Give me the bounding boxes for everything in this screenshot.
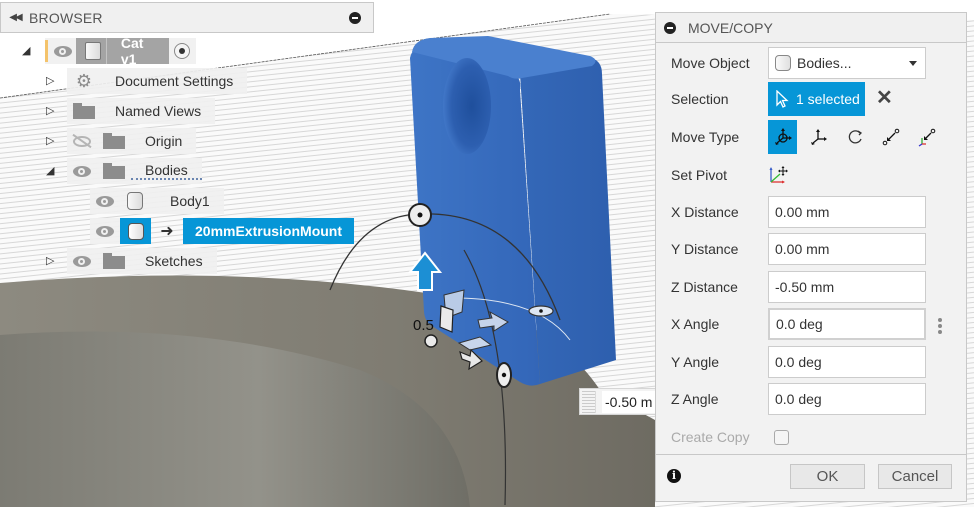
eye-icon[interactable]: [67, 158, 97, 184]
set-pivot-label: Set Pivot: [671, 167, 728, 183]
folder-icon: [73, 103, 95, 119]
drag-grip[interactable]: [582, 390, 596, 413]
z-distance-row: Z Distance -0.50 mm: [656, 271, 966, 303]
floating-distance-input[interactable]: -0.50 m: [579, 388, 659, 415]
double-left-arrow-icon[interactable]: ◀◀: [1, 12, 29, 23]
tree-item-20mmextrusionmount[interactable]: ➜ 20mmExtrusionMount: [90, 218, 355, 244]
root-label[interactable]: Cat v1: [107, 35, 169, 67]
collapsed-triangle-icon[interactable]: ▷: [46, 105, 56, 117]
z-angle-row: Z Angle 0.0 deg: [656, 383, 966, 415]
create-copy-row: Create Copy: [656, 421, 966, 453]
minimize-icon[interactable]: [664, 21, 676, 34]
gear-icon: ⚙: [75, 70, 93, 91]
tree-item-label: Bodies: [131, 162, 202, 180]
body-icon: [775, 55, 791, 71]
minimize-icon[interactable]: [349, 12, 361, 24]
eye-hidden-icon[interactable]: [67, 128, 97, 154]
point-to-point-icon[interactable]: [876, 120, 905, 154]
move-copy-dialog: MOVE/COPY Move Object Bodies... Selectio…: [655, 12, 967, 502]
move-object-row: Move Object Bodies...: [656, 47, 966, 79]
selection-button[interactable]: 1 selected: [768, 82, 865, 116]
tree-item-label: Body1: [170, 193, 210, 209]
y-angle-label: Y Angle: [671, 354, 720, 370]
move-type-label: Move Type: [671, 129, 740, 145]
tree-item-label: Document Settings: [115, 73, 234, 89]
expanded-triangle-icon[interactable]: ◢: [46, 165, 56, 177]
component-badge: Cat v1: [76, 35, 170, 67]
pivot-point[interactable]: [424, 334, 438, 348]
chevron-down-icon: [909, 61, 917, 66]
x-angle-row: X Angle 0.0 deg: [656, 308, 966, 340]
move-type-row: Move Type: [656, 120, 966, 154]
x-distance-label: X Distance: [671, 204, 739, 220]
component-icon: [82, 41, 102, 61]
tree-item-label: Named Views: [115, 103, 202, 119]
folder-icon: [103, 163, 125, 179]
z-angle-label: Z Angle: [671, 391, 719, 407]
translate-xyz-icon[interactable]: [804, 120, 833, 154]
dialog-header: MOVE/COPY: [656, 13, 966, 43]
z-distance-label: Z Distance: [671, 279, 738, 295]
cursor-arrow-icon: [776, 90, 789, 108]
ok-button[interactable]: OK: [790, 464, 865, 489]
x-angle-label: X Angle: [671, 316, 720, 332]
free-move-icon[interactable]: [768, 120, 797, 154]
browser-title: BROWSER: [29, 9, 103, 26]
y-angle-input[interactable]: 0.0 deg: [768, 346, 926, 378]
folder-icon: [103, 253, 125, 269]
tree-item-label: Origin: [145, 133, 183, 149]
folder-icon: [103, 133, 125, 149]
eye-icon[interactable]: [67, 248, 97, 274]
browser-header: ◀◀ BROWSER: [0, 2, 374, 33]
active-marker: [45, 40, 48, 62]
dialog-title: MOVE/COPY: [688, 19, 773, 36]
body-icon: [120, 218, 151, 244]
x-angle-input[interactable]: 0.0 deg: [768, 308, 926, 340]
selection-label: Selection: [671, 91, 729, 107]
collapsed-triangle-icon[interactable]: ▷: [46, 75, 56, 87]
rotate-icon[interactable]: [840, 120, 869, 154]
floating-input-value[interactable]: -0.50 m: [602, 390, 658, 413]
cancel-button[interactable]: Cancel: [878, 464, 952, 489]
close-icon[interactable]: ✕: [876, 88, 893, 108]
dialog-footer: i OK Cancel: [656, 454, 966, 501]
point-to-position-icon[interactable]: [912, 120, 941, 154]
block-hole: [443, 58, 491, 154]
tree-item-label[interactable]: 20mmExtrusionMount: [183, 218, 355, 244]
collapsed-triangle-icon[interactable]: ▷: [46, 255, 56, 267]
collapsed-triangle-icon[interactable]: ▷: [46, 135, 56, 147]
pivot-axes-icon[interactable]: [768, 165, 790, 188]
tree-item-label: Sketches: [145, 253, 203, 269]
body-icon: [124, 191, 146, 211]
set-pivot-row: Set Pivot: [656, 159, 966, 191]
selection-row: Selection 1 selected ✕: [656, 82, 966, 116]
tree-item-body1[interactable]: Body1: [90, 188, 224, 214]
x-distance-row: X Distance 0.00 mm: [656, 196, 966, 228]
plane-handle-yz[interactable]: [439, 305, 454, 333]
z-distance-input[interactable]: -0.50 mm: [768, 271, 926, 303]
move-object-value: Bodies...: [797, 55, 852, 71]
y-distance-row: Y Distance 0.00 mm: [656, 233, 966, 265]
expanded-triangle-icon[interactable]: ◢: [22, 45, 32, 57]
more-options-icon[interactable]: [938, 318, 942, 334]
radio-active-icon[interactable]: [169, 38, 196, 64]
arrow-link-icon: ➜: [160, 223, 174, 240]
eye-icon[interactable]: [50, 38, 77, 64]
y-distance-input[interactable]: 0.00 mm: [768, 233, 926, 265]
create-copy-checkbox[interactable]: [774, 429, 789, 445]
info-icon[interactable]: i: [667, 469, 681, 483]
create-copy-label: Create Copy: [671, 429, 750, 445]
x-distance-input[interactable]: 0.00 mm: [768, 196, 926, 228]
eye-icon[interactable]: [90, 188, 120, 214]
move-object-select[interactable]: Bodies...: [768, 47, 926, 79]
z-angle-input[interactable]: 0.0 deg: [768, 383, 926, 415]
manipulator-label: 0.5: [413, 317, 434, 334]
y-angle-row: Y Angle 0.0 deg: [656, 346, 966, 378]
move-object-label: Move Object: [671, 55, 750, 71]
selection-value: 1 selected: [796, 91, 860, 107]
eye-icon[interactable]: [90, 218, 120, 244]
y-distance-label: Y Distance: [671, 241, 739, 257]
